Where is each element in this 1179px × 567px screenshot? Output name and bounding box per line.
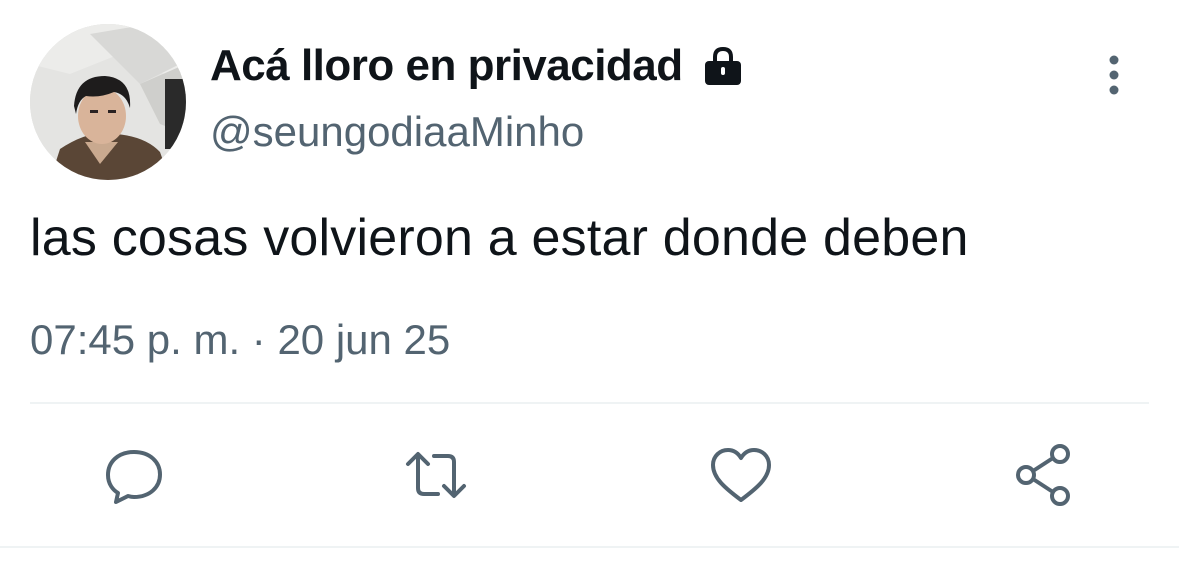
share-icon: [1016, 444, 1070, 506]
reply-icon: [106, 450, 162, 504]
user-handle[interactable]: @seungodiaaMinho: [210, 108, 584, 156]
avatar-photo: [30, 24, 186, 180]
more-vertical-icon[interactable]: [1096, 52, 1132, 98]
tweet-timestamp[interactable]: 07:45 p. m. · 20 jun 25: [30, 316, 450, 364]
avatar[interactable]: [30, 24, 186, 180]
retweet-icon: [406, 452, 466, 498]
tweet-card: Acá lloro en privacidad @seungodiaaMinho…: [0, 0, 1179, 567]
display-name[interactable]: Acá lloro en privacidad: [210, 41, 683, 91]
divider: [30, 402, 1149, 404]
like-button[interactable]: [705, 440, 777, 512]
bottom-divider: [0, 546, 1179, 548]
lock-icon: [701, 44, 745, 88]
display-name-row: Acá lloro en privacidad: [210, 38, 745, 94]
tweet-text: las cosas volvieron a estar donde deben: [30, 209, 969, 267]
retweet-button[interactable]: [400, 440, 472, 512]
share-button[interactable]: [1010, 440, 1082, 512]
heart-icon: [711, 448, 771, 502]
reply-button[interactable]: [98, 440, 170, 512]
